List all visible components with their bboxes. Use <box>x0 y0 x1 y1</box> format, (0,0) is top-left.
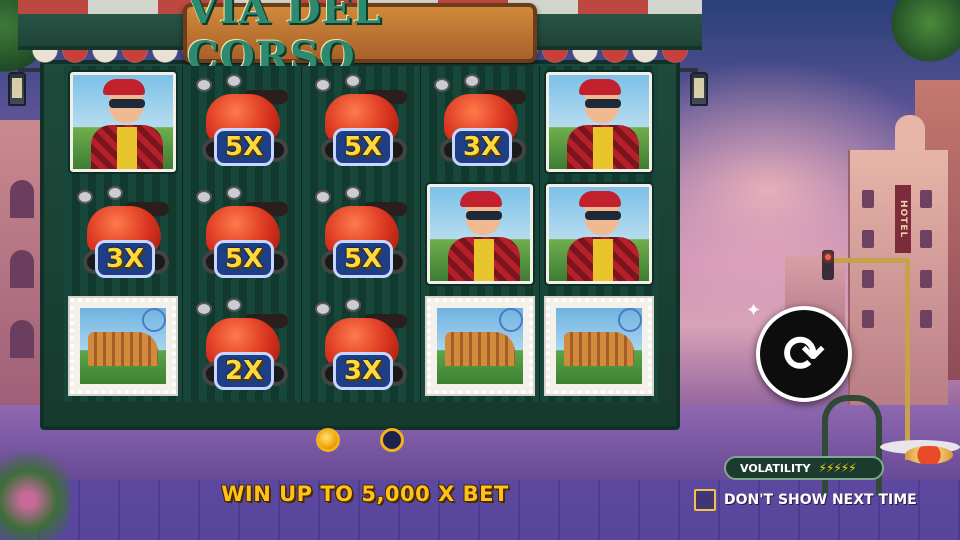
max-win-text: WIN UP TO 5,000 X BET <box>221 482 509 506</box>
hotel-sign: HOTEL <box>895 185 911 253</box>
scooter-symbol: 5X <box>188 72 296 172</box>
multiplier-badge: 5X <box>214 128 274 166</box>
refresh-icon: ⟳ <box>783 325 825 383</box>
dont-show-checkbox[interactable] <box>694 489 716 511</box>
traveler-symbol <box>427 184 533 284</box>
street-lamp-icon <box>676 68 712 128</box>
dont-show-option[interactable]: DON'T SHOW NEXT TIME <box>694 488 917 512</box>
reel-cell: 3X <box>302 290 420 402</box>
reel-grid: 5X 5X 3X 3X 5X 5X 2X 3X <box>64 66 658 402</box>
reel-cell: 5X <box>302 178 420 290</box>
multiplier-badge: 2X <box>214 352 274 390</box>
cafe-chair <box>822 395 882 495</box>
scooter-symbol: 5X <box>307 72 415 172</box>
multiplier-badge: 3X <box>95 240 155 278</box>
reel-cell: 5X <box>183 178 301 290</box>
volatility-label: VOLATILITY <box>740 461 811 475</box>
colosseum-stamp-symbol <box>68 296 178 396</box>
traffic-arm <box>830 258 910 263</box>
reel-cell <box>64 66 182 178</box>
scooter-symbol: 2X <box>188 296 296 396</box>
traffic-pole <box>905 260 910 460</box>
reel-cell: 2X <box>183 290 301 402</box>
reel-cell <box>540 66 658 178</box>
dont-show-label: DON'T SHOW NEXT TIME <box>724 492 917 508</box>
colosseum-stamp-symbol <box>544 296 654 396</box>
reel-cell: 5X <box>183 66 301 178</box>
colosseum-stamp-symbol <box>425 296 535 396</box>
reel-cell: 3X <box>64 178 182 290</box>
multiplier-badge: 3X <box>333 352 393 390</box>
page-dot-active[interactable] <box>316 428 340 452</box>
multiplier-badge: 5X <box>214 240 274 278</box>
volatility-indicator: VOLATILITY ⚡⚡⚡⚡⚡ <box>724 456 884 480</box>
flowers <box>0 440 70 540</box>
scooter-symbol: 3X <box>69 184 177 284</box>
reel-cell: 5X <box>302 66 420 178</box>
reel-cell <box>64 290 182 402</box>
multiplier-badge: 5X <box>333 240 393 278</box>
traveler-symbol <box>546 184 652 284</box>
lightning-bolt-icon: ⚡⚡⚡⚡⚡ <box>818 461 857 475</box>
page-dot[interactable] <box>380 428 404 452</box>
traffic-light-icon <box>822 250 834 280</box>
traveler-symbol <box>546 72 652 172</box>
scooter-symbol: 5X <box>307 184 415 284</box>
reel-cell: 3X <box>421 66 539 178</box>
reel-cell <box>540 178 658 290</box>
sparkle-icon: ✦ <box>746 300 762 321</box>
tree-foliage <box>890 0 960 65</box>
pizza-icon <box>905 446 953 464</box>
game-logo: VIA DEL CORSO <box>183 0 537 80</box>
scooter-symbol: 5X <box>188 184 296 284</box>
scooter-symbol: 3X <box>426 72 534 172</box>
traveler-symbol <box>70 72 176 172</box>
multiplier-badge: 5X <box>333 128 393 166</box>
scooter-symbol: 3X <box>307 296 415 396</box>
reel-cell <box>540 290 658 402</box>
street-lamp-icon <box>4 68 40 128</box>
reel-cell <box>421 178 539 290</box>
continue-button[interactable]: ⟳ <box>756 306 852 402</box>
reel-cell <box>421 290 539 402</box>
multiplier-badge: 3X <box>452 128 512 166</box>
